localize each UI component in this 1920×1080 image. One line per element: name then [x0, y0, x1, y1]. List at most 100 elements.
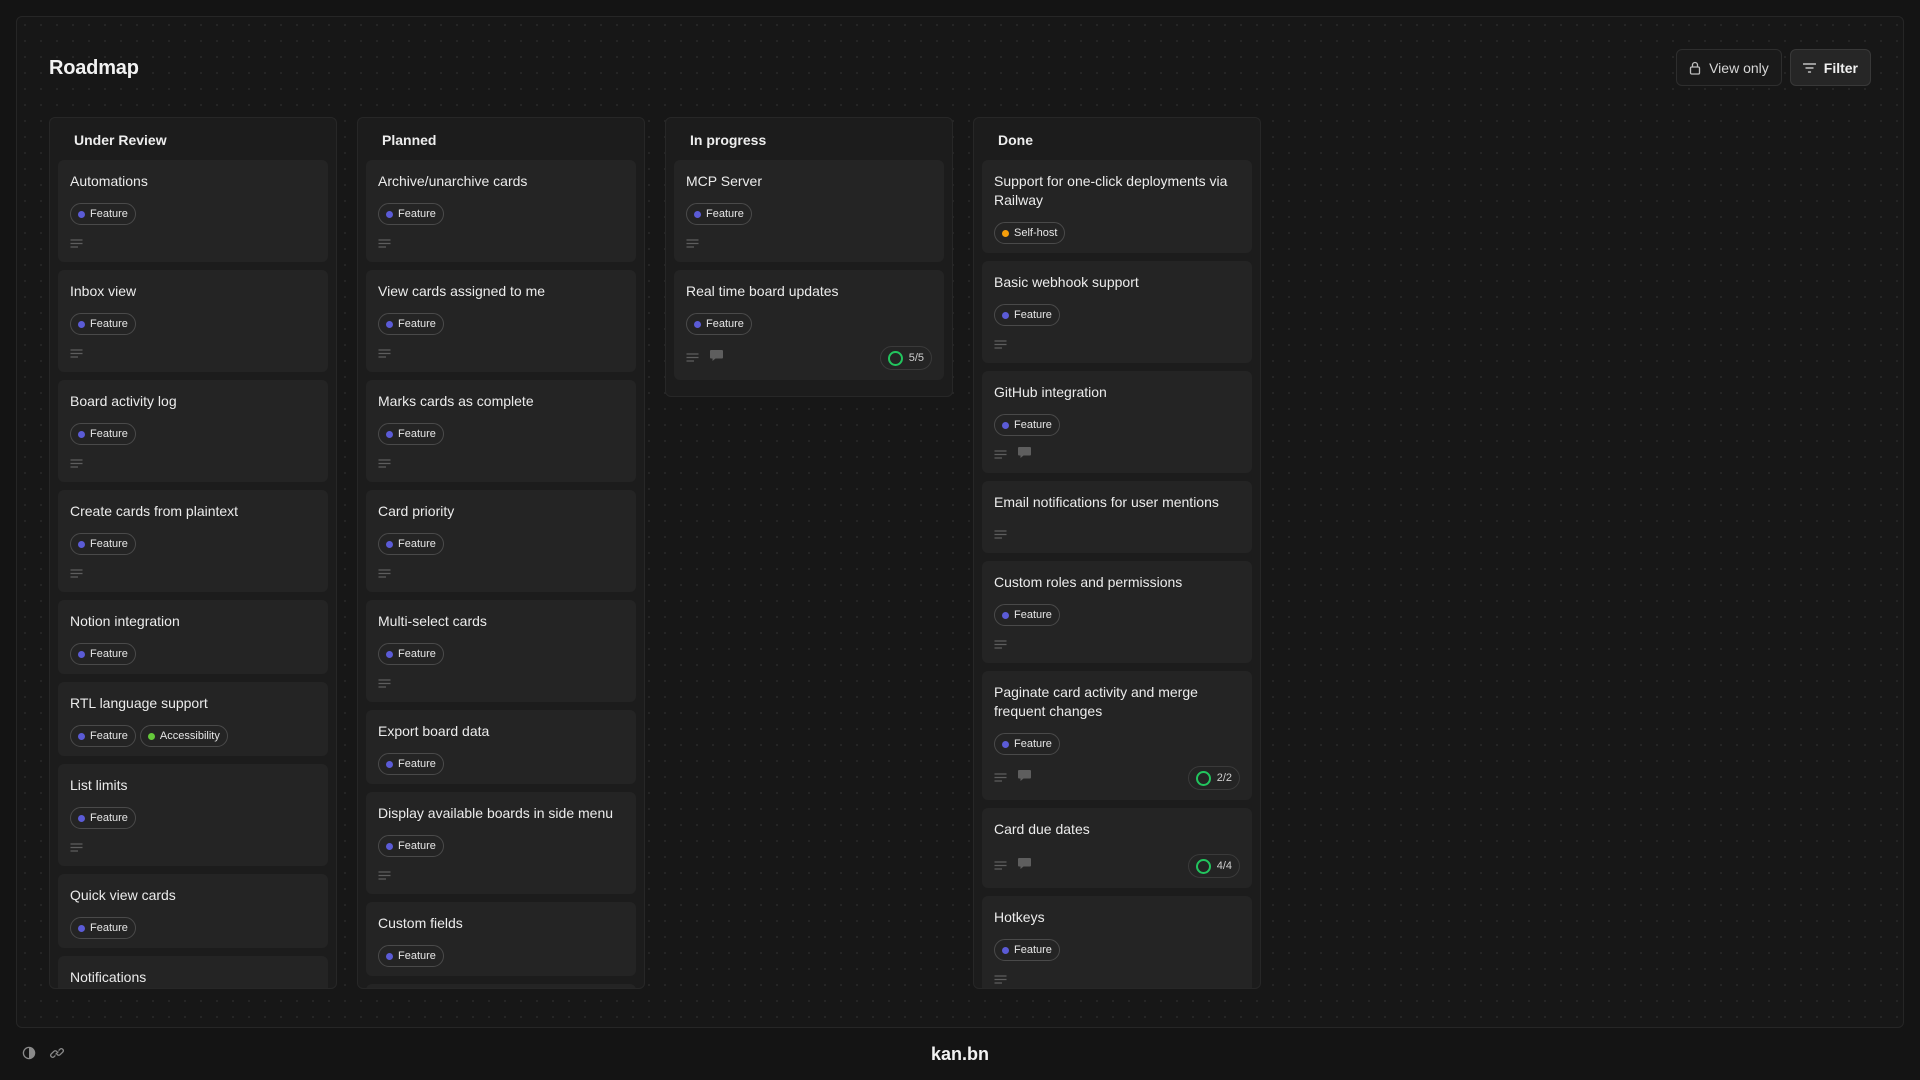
card-title: Basic webhook support [994, 274, 1139, 290]
label-badge[interactable]: Accessibility [139, 725, 228, 747]
card[interactable]: Multi-select cards Feature [366, 600, 636, 702]
card-title: Email notifications for user mentions [994, 494, 1219, 510]
label-badge[interactable]: Feature [378, 423, 444, 445]
label-badge[interactable]: Feature [378, 945, 444, 967]
label-badge[interactable]: Feature [378, 533, 444, 555]
label-text: Feature [1014, 609, 1052, 621]
view-only-button[interactable]: View only [1676, 49, 1782, 86]
card[interactable]: Support for one-click deployments via Ra… [982, 160, 1252, 253]
card[interactable] [366, 984, 636, 988]
label-badge[interactable]: Feature [70, 807, 136, 829]
card[interactable]: Card due dates 4/4 [982, 808, 1252, 888]
label-text: Feature [90, 812, 128, 824]
label-text: Feature [398, 318, 436, 330]
label-badge[interactable]: Feature [378, 753, 444, 775]
label-color-dot [694, 210, 701, 218]
card-title: Multi-select cards [378, 613, 487, 629]
label-badge[interactable]: Feature [70, 917, 136, 939]
card-title: Card priority [378, 503, 455, 519]
label-badge[interactable]: Feature [70, 725, 136, 747]
label-badge[interactable]: Feature [378, 313, 444, 335]
card[interactable]: Marks cards as complete Feature [366, 380, 636, 482]
label-badge[interactable]: Feature [70, 423, 136, 445]
label-color-dot [386, 842, 393, 850]
card-labels: Feature [70, 203, 316, 225]
label-text: Feature [398, 208, 436, 220]
filter-icon [1802, 62, 1816, 73]
card-title: List limits [70, 777, 128, 793]
label-color-dot [386, 952, 393, 960]
card-labels: Feature [994, 304, 1240, 326]
label-badge[interactable]: Feature [70, 313, 136, 335]
card-title: Real time board updates [686, 283, 839, 299]
card-title: Quick view cards [70, 887, 176, 903]
label-badge[interactable]: Feature [378, 203, 444, 225]
card[interactable]: Hotkeys Feature [982, 896, 1252, 988]
label-badge[interactable]: Feature [378, 835, 444, 857]
description-icon [994, 526, 1007, 544]
card[interactable]: MCP Server Feature [674, 160, 944, 262]
label-badge[interactable]: Feature [994, 733, 1060, 755]
label-badge[interactable]: Feature [994, 939, 1060, 961]
card[interactable]: Notion integration Feature [58, 600, 328, 674]
card[interactable]: Create cards from plaintext Feature [58, 490, 328, 592]
card[interactable]: Card priority Feature [366, 490, 636, 592]
card-footer [994, 336, 1240, 354]
label-badge[interactable]: Feature [686, 203, 752, 225]
checklist-progress: 5/5 [879, 346, 932, 370]
card[interactable]: Real time board updates Feature 5/5 [674, 270, 944, 380]
label-text: Feature [90, 208, 128, 220]
label-badge[interactable]: Feature [994, 414, 1060, 436]
card[interactable]: Inbox view Feature [58, 270, 328, 372]
card[interactable]: Board activity log Feature [58, 380, 328, 482]
label-color-dot [1002, 740, 1009, 748]
card-labels: Self-host [994, 222, 1240, 244]
card-footer [994, 446, 1240, 464]
card[interactable]: Quick view cards Feature [58, 874, 328, 948]
label-text: Feature [90, 428, 128, 440]
card-title: Support for one-click deployments via Ra… [994, 173, 1228, 208]
label-badge[interactable]: Feature [378, 643, 444, 665]
card-footer [70, 345, 316, 363]
card-title: GitHub integration [994, 384, 1107, 400]
label-badge[interactable]: Feature [70, 643, 136, 665]
label-text: Feature [398, 648, 436, 660]
description-icon [70, 455, 83, 473]
label-badge[interactable]: Feature [994, 604, 1060, 626]
label-text: Feature [90, 648, 128, 660]
label-color-dot [1002, 946, 1009, 954]
bottom-bar: kan.bn [0, 1030, 1920, 1080]
card[interactable]: RTL language support Feature Accessibility [58, 682, 328, 756]
card[interactable]: Display available boards in side menu Fea… [366, 792, 636, 894]
progress-ring-icon [1195, 858, 1211, 874]
lock-icon [1689, 61, 1701, 75]
label-text: Feature [90, 730, 128, 742]
card[interactable]: Custom fields Feature [366, 902, 636, 976]
comment-icon [1017, 446, 1032, 464]
card[interactable]: Archive/unarchive cards Feature [366, 160, 636, 262]
card[interactable]: GitHub integration Feature [982, 371, 1252, 473]
card[interactable]: Basic webhook support Feature [982, 261, 1252, 363]
card[interactable]: Custom roles and permissions Feature [982, 561, 1252, 663]
card[interactable]: Automations Feature [58, 160, 328, 262]
label-badge[interactable]: Feature [994, 304, 1060, 326]
label-badge[interactable]: Feature [70, 203, 136, 225]
card[interactable]: Paginate card activity and merge frequen… [982, 671, 1252, 800]
filter-button[interactable]: Filter [1789, 49, 1871, 86]
label-badge[interactable]: Self-host [994, 222, 1066, 244]
column-planned: Planned Archive/unarchive cards Feature Vie… [357, 117, 645, 989]
card-footer [378, 345, 624, 363]
card-footer [70, 839, 316, 857]
card-title: Hotkeys [994, 909, 1045, 925]
description-icon [378, 235, 391, 253]
card[interactable]: Notifications [58, 956, 328, 988]
label-text: Accessibility [159, 730, 220, 742]
card-labels: Feature [378, 753, 624, 775]
card[interactable]: View cards assigned to me Feature [366, 270, 636, 372]
card[interactable]: Export board data Feature [366, 710, 636, 784]
card[interactable]: List limits Feature [58, 764, 328, 866]
description-icon [70, 345, 83, 363]
card[interactable]: Email notifications for user mentions [982, 481, 1252, 553]
label-badge[interactable]: Feature [686, 313, 752, 335]
label-badge[interactable]: Feature [70, 533, 136, 555]
